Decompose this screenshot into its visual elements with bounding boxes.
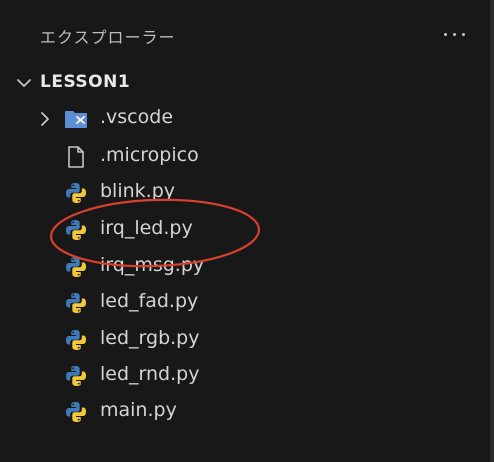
tree-item-label: .vscode bbox=[100, 106, 174, 128]
chevron-right-icon bbox=[41, 112, 49, 126]
tree-item-label: blink.py bbox=[100, 180, 176, 202]
python-icon bbox=[66, 183, 86, 203]
tree-item-label: led_rnd.py bbox=[100, 363, 200, 385]
tree-item-led-rnd-py[interactable]: led_rnd.py bbox=[0, 358, 490, 394]
tree-item-irq-led-py[interactable]: irq_led.py bbox=[0, 212, 490, 248]
tree-item-label: irq_msg.py bbox=[100, 254, 205, 276]
file-icon bbox=[68, 146, 84, 168]
panel-border bbox=[490, 0, 494, 462]
tree-item-label: led_rgb.py bbox=[100, 327, 200, 349]
tree-item-blink-py[interactable]: blink.py bbox=[0, 175, 490, 211]
workspace-folder-header[interactable]: LESSON1 bbox=[0, 66, 490, 100]
explorer-title: エクスプローラー bbox=[40, 28, 176, 47]
chevron-down-icon bbox=[17, 79, 31, 87]
python-icon bbox=[66, 330, 86, 350]
python-icon bbox=[66, 220, 86, 240]
tree-item-led-fad-py[interactable]: led_fad.py bbox=[0, 285, 490, 321]
tree-item-label: irq_led.py bbox=[100, 217, 193, 239]
explorer-header: エクスプローラー bbox=[0, 0, 490, 70]
vscode-folder-icon bbox=[65, 111, 87, 128]
explorer-panel: エクスプローラー LESSON1 .vscode .micropico blin… bbox=[0, 0, 490, 462]
tree-item-main-py[interactable]: main.py bbox=[0, 394, 490, 430]
python-icon bbox=[66, 366, 86, 386]
python-icon bbox=[66, 402, 86, 422]
tree-item-micropico[interactable]: .micropico bbox=[0, 139, 490, 175]
tree-item-vscode-folder[interactable]: .vscode bbox=[0, 101, 490, 137]
workspace-folder-name: LESSON1 bbox=[40, 72, 131, 92]
tree-item-irq-msg-py[interactable]: irq_msg.py bbox=[0, 249, 490, 285]
python-icon bbox=[66, 293, 86, 313]
tree-item-label: led_fad.py bbox=[100, 290, 199, 312]
python-icon bbox=[66, 257, 86, 277]
ellipsis-icon bbox=[443, 32, 447, 36]
tree-item-led-rgb-py[interactable]: led_rgb.py bbox=[0, 322, 490, 358]
tree-item-label: main.py bbox=[100, 399, 177, 421]
more-actions-button[interactable] bbox=[438, 22, 470, 46]
tree-item-label: .micropico bbox=[100, 144, 199, 166]
